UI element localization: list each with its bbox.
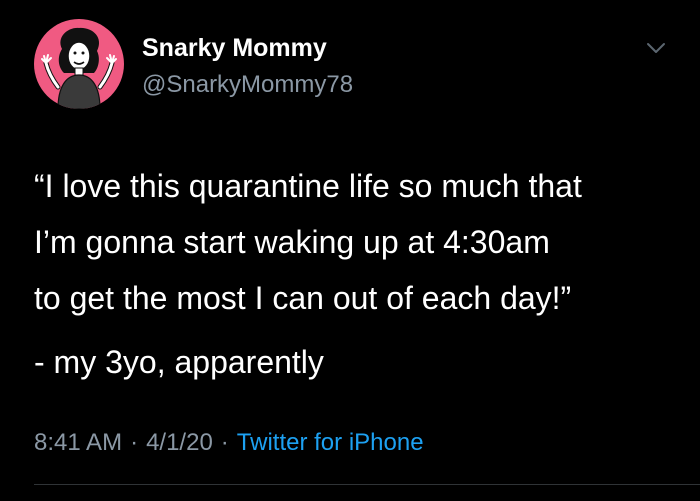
tweet-line: to get the most I can out of each day!” xyxy=(34,280,572,316)
meta-separator: · xyxy=(220,429,229,456)
chevron-down-icon[interactable] xyxy=(645,40,667,56)
tweet-card: Snarky Mommy @SnarkyMommy78 “I love this… xyxy=(0,0,700,501)
meta-separator: · xyxy=(130,429,139,456)
tweet-line: “I love this quarantine life so much tha… xyxy=(34,168,582,204)
divider xyxy=(34,484,700,485)
display-name[interactable]: Snarky Mommy xyxy=(142,33,327,63)
tweet-text: “I love this quarantine life so much tha… xyxy=(34,158,684,390)
user-handle[interactable]: @SnarkyMommy78 xyxy=(142,70,353,100)
user-avatar[interactable] xyxy=(34,19,124,109)
tweet-date[interactable]: 4/1/20 xyxy=(146,429,213,456)
tweet-meta: 8:41 AM · 4/1/20 · Twitter for iPhone xyxy=(34,427,424,459)
tweet-attribution: - my 3yo, apparently xyxy=(34,344,324,380)
cartoon-woman-avatar-icon xyxy=(41,27,117,109)
tweet-line: I’m gonna start waking up at 4:30am xyxy=(34,224,550,260)
tweet-time[interactable]: 8:41 AM xyxy=(34,429,122,456)
tweet-source-link[interactable]: Twitter for iPhone xyxy=(237,429,424,456)
